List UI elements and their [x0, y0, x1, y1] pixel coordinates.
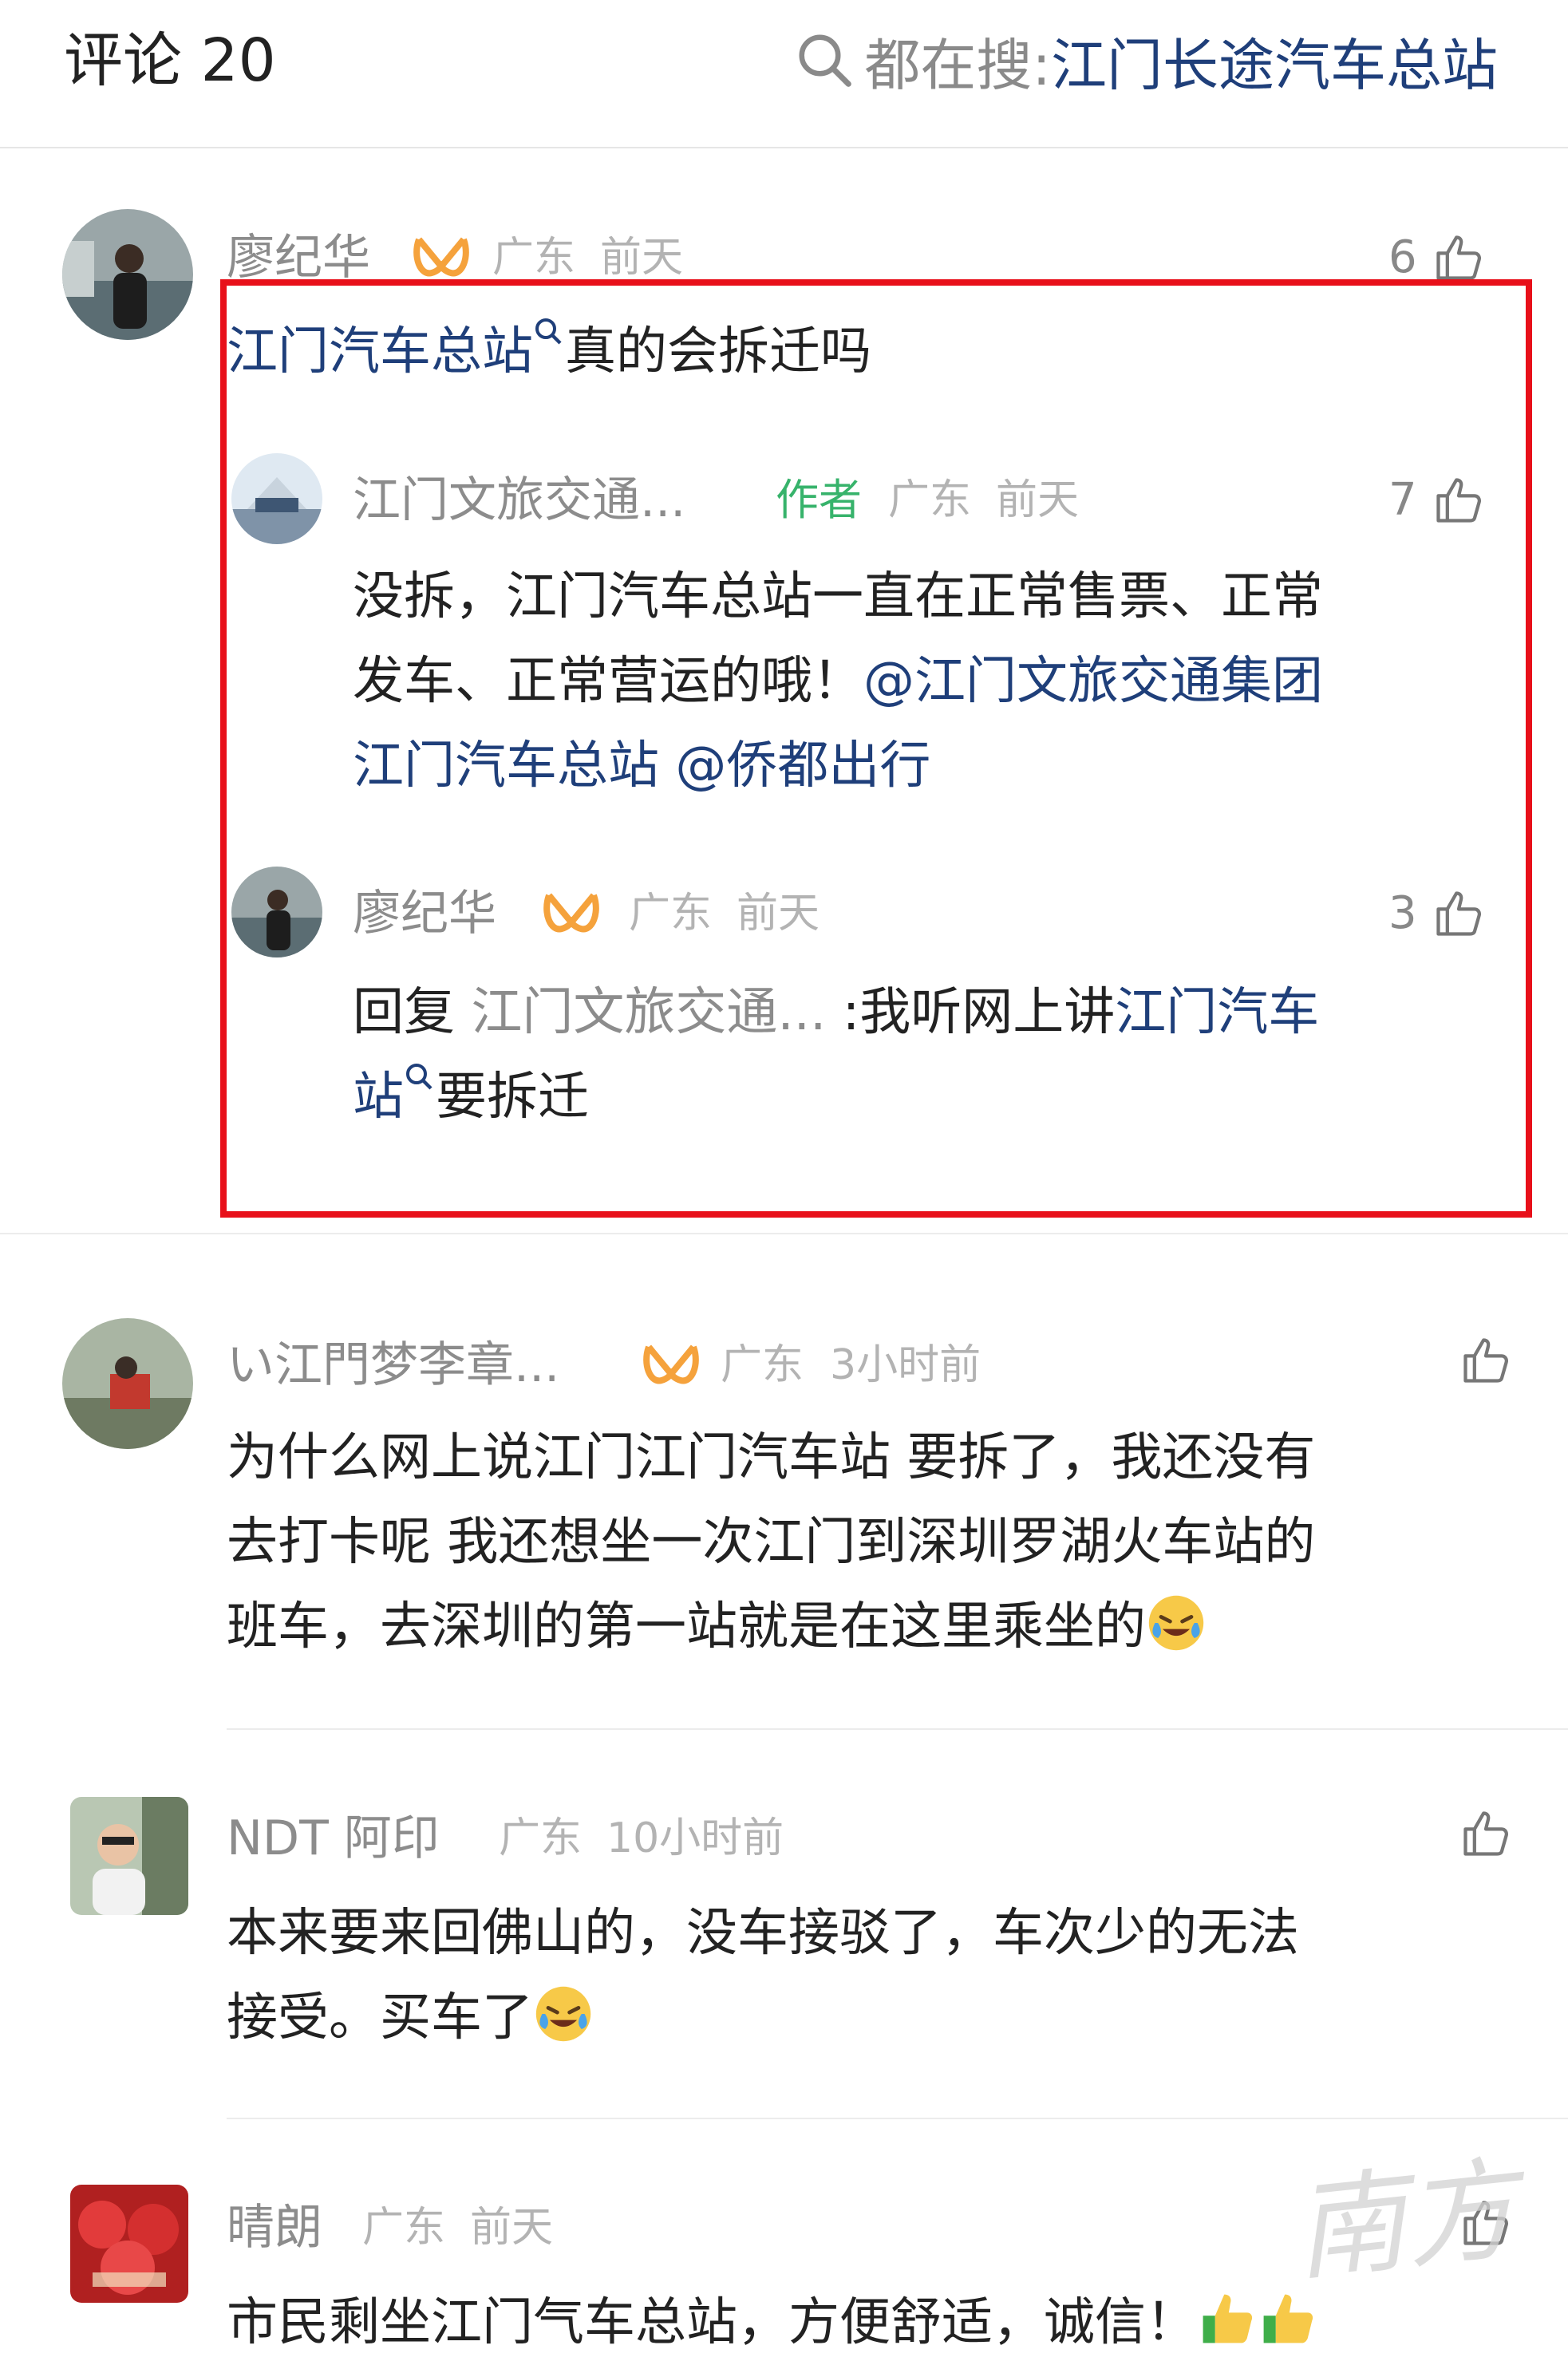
search-prefix: 都在搜:	[864, 32, 1051, 98]
avatar[interactable]	[62, 1318, 193, 1449]
comment-time: 10小时前	[606, 1814, 784, 1862]
like-button[interactable]	[1444, 1333, 1513, 1388]
highlight-box	[220, 279, 1532, 1218]
divider	[0, 1233, 1568, 1234]
comment-time: 前天	[470, 2204, 554, 2252]
thumbs-up-icon	[1436, 235, 1481, 280]
comment-username[interactable]: い江門梦李章...	[227, 1333, 559, 1397]
avatar[interactable]	[70, 2185, 188, 2303]
comments-count-title: 评论 20	[64, 26, 276, 95]
thumbs-up-icon	[1463, 1338, 1508, 1383]
comment-location: 广东	[499, 1814, 583, 1862]
divider	[227, 1728, 1568, 1730]
crying-laughing-emoji-icon	[535, 1986, 591, 2042]
comment-text: 本来要来回佛山的，没车接驳了，车次少的无法 接受。买车了	[227, 1904, 1299, 2047]
search-icon	[799, 34, 852, 87]
like-button[interactable]	[1444, 1806, 1513, 1861]
search-term[interactable]: 江门长途汽车总站	[1051, 21, 1498, 101]
divider	[227, 2118, 1568, 2119]
comment-username[interactable]: NDT 阿印	[227, 1806, 440, 1870]
orange-badge-icon	[642, 1340, 700, 1392]
comment-location: 广东	[362, 2204, 446, 2252]
watermark-logo: 南方	[1287, 2144, 1524, 2298]
comment-location: 广东	[721, 1341, 804, 1389]
avatar[interactable]	[62, 209, 193, 340]
crying-laughing-emoji-icon	[1148, 1595, 1204, 1651]
comments-header: 评论 20 都在搜: 江门长途汽车总站	[0, 0, 1568, 148]
hot-search-link[interactable]: 都在搜: 江门长途汽车总站	[794, 24, 1498, 98]
thumbs-up-emoji-icon	[1203, 2294, 1253, 2343]
comment-username[interactable]: 晴朗	[227, 2196, 322, 2260]
thumbs-up-icon	[1463, 1811, 1508, 1856]
orange-badge-icon	[413, 233, 470, 284]
comment-text: 为什么网上说江门江门汽车站 要拆了，我还没有 去打卡呢 我还想坐一次江门到深圳罗…	[227, 1428, 1316, 1656]
comment-time: 3小时前	[830, 1341, 981, 1389]
avatar[interactable]	[70, 1797, 188, 1915]
